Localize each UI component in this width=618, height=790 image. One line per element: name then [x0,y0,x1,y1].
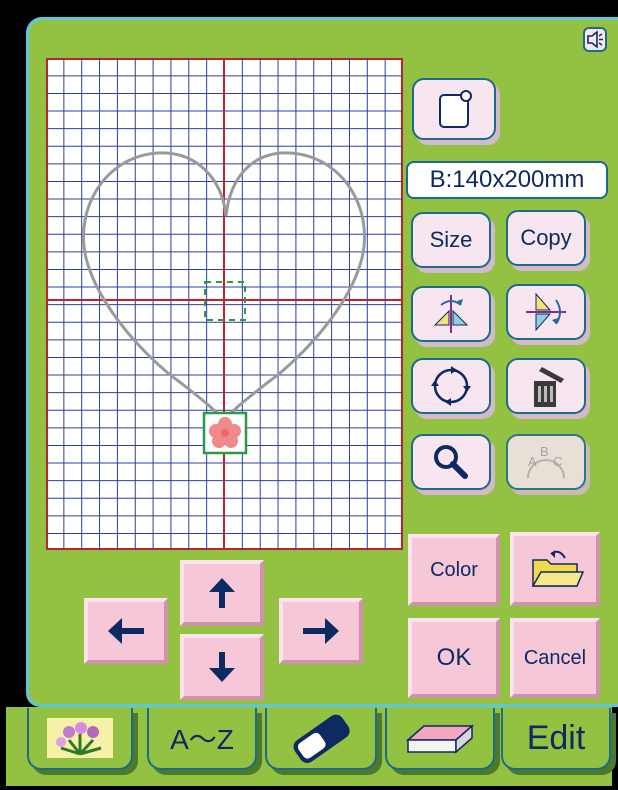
arc-text-button[interactable]: A B C [506,434,586,490]
rotate-icon [431,366,471,406]
magnifier-icon [434,445,468,479]
speaker-icon [587,30,603,49]
move-down-button[interactable] [180,634,264,700]
mirror-vertical-button[interactable] [506,284,586,340]
cancel-button[interactable]: Cancel [510,618,600,698]
copy-button-label: Copy [520,225,572,250]
arrow-down-icon [209,652,235,682]
zoom-button[interactable] [411,434,491,490]
flip-vertical-icon [526,292,566,332]
hoop-select-button[interactable] [412,78,496,140]
rotate-button[interactable] [411,358,491,414]
arrow-right-icon [303,618,339,644]
svg-text:C: C [553,454,562,469]
tab-letters[interactable]: A～Z [147,708,257,770]
color-button-label: Color [430,558,478,581]
tab-eraser[interactable] [265,708,377,770]
size-button-label: Size [429,227,473,252]
move-left-button[interactable] [84,598,168,664]
hoop-icon [406,724,474,754]
move-right-button[interactable] [279,598,363,664]
embroidery-grid[interactable] [44,56,405,552]
ok-button-label: OK [436,644,472,671]
delete-button[interactable] [506,358,586,414]
flip-horizontal-icon [433,295,469,333]
arrow-up-icon [209,578,235,608]
folder-save-icon [531,550,585,587]
ok-button[interactable]: OK [408,618,500,698]
arrow-left-icon [108,618,144,644]
mirror-horizontal-button[interactable] [411,286,491,342]
tab-hoop[interactable] [385,708,495,770]
cancel-button-label: Cancel [523,646,587,669]
color-button[interactable]: Color [408,534,500,606]
eraser-icon [293,714,350,763]
memory-button[interactable] [510,532,600,606]
svg-text:A: A [528,454,537,469]
tab-patterns[interactable] [27,708,133,770]
tab-edit-label: Edit [526,718,586,757]
arc-text-icon: A B C [527,444,565,479]
svg-text:B: B [540,444,549,459]
hoop-size-display: B:140x200mm [406,161,608,199]
tab-edit[interactable]: Edit [501,708,611,770]
move-up-button[interactable] [180,560,264,626]
copy-button[interactable]: Copy [506,210,586,266]
flower-pattern-icon [47,718,113,758]
hoop-frame-icon [439,90,472,128]
trash-icon [534,367,564,407]
size-button[interactable]: Size [411,212,491,268]
sound-button[interactable] [583,27,607,52]
tab-letters-label: A～Z [170,724,234,755]
